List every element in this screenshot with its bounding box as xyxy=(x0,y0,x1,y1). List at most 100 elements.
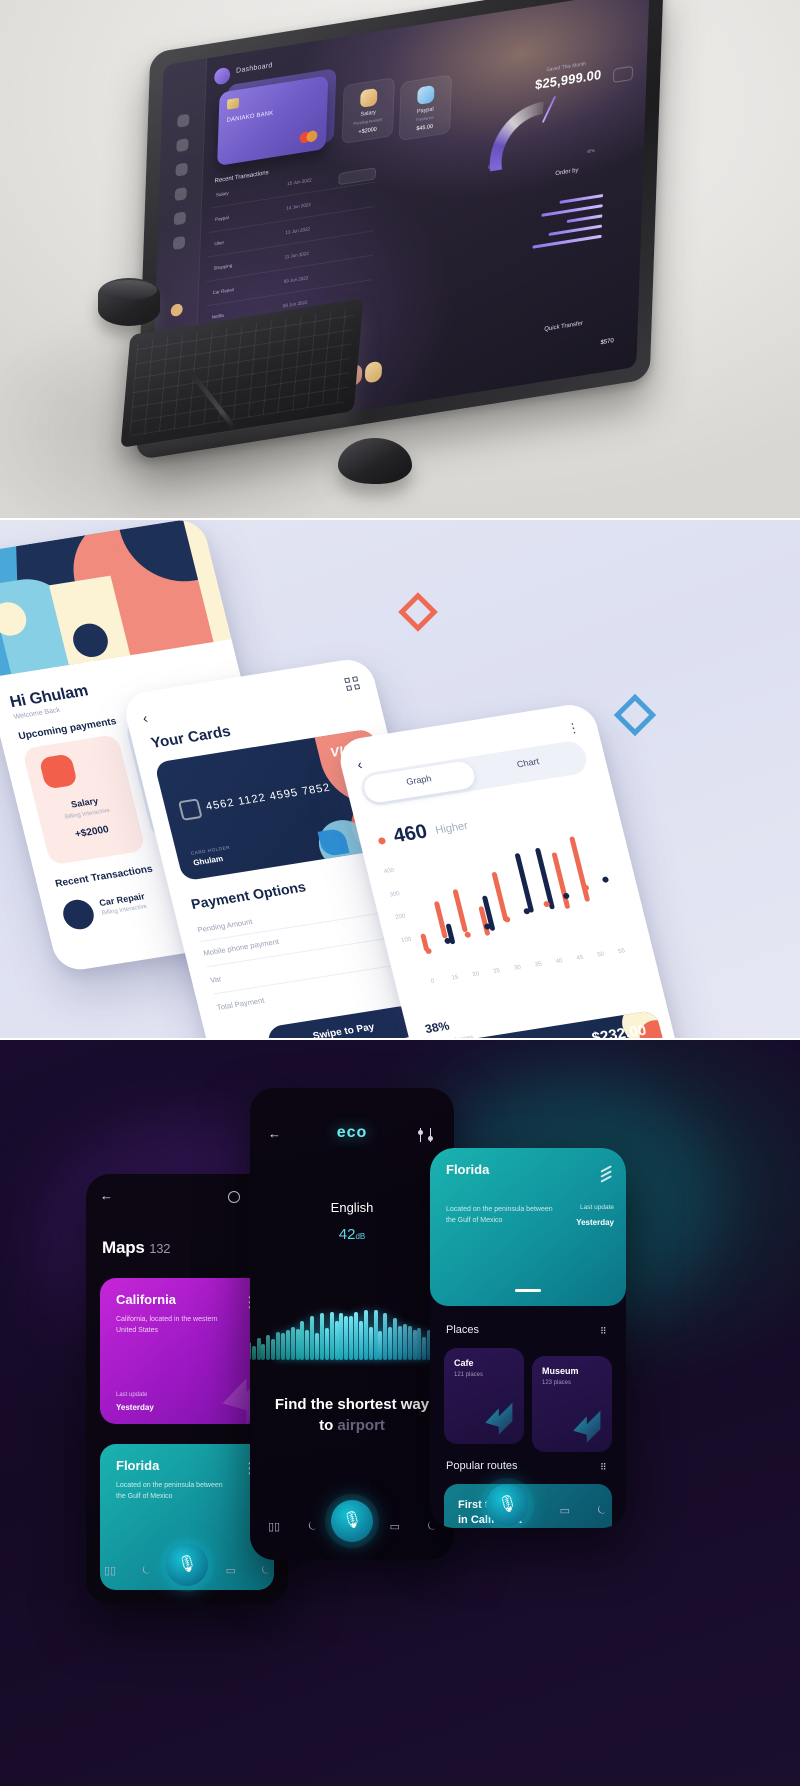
options-icon[interactable]: ⠿ xyxy=(600,1326,610,1336)
mic-button[interactable]: 🎙 xyxy=(166,1544,208,1586)
legend-dot xyxy=(377,836,387,845)
more-menu-icon[interactable]: ⋮ xyxy=(565,719,583,737)
table-row[interactable]: Netflix xyxy=(212,313,225,320)
table-row[interactable]: Paypal xyxy=(215,215,229,222)
nav-profile-icon[interactable]: ⏾ xyxy=(427,1520,436,1533)
x-axis-tick: 55 xyxy=(617,948,626,956)
waveform-bar xyxy=(290,1327,295,1360)
swipe-to-pay-button[interactable]: Swipe to Pay xyxy=(265,1004,422,1038)
table-row[interactable]: Shopping xyxy=(213,263,232,271)
stat-card-paypal[interactable]: Paypal Freelance $45.00 xyxy=(398,74,453,142)
waveform-bar xyxy=(295,1329,300,1360)
table-row[interactable]: Car Repair xyxy=(213,287,235,295)
sliders-icon[interactable] xyxy=(418,1128,436,1142)
table-row[interactable]: Salary xyxy=(216,190,229,197)
card-description: California, located in the western Unite… xyxy=(116,1316,218,1334)
chart-dot xyxy=(523,908,531,915)
place-tile-museum[interactable]: Museum 123 places xyxy=(532,1356,612,1452)
waveform-bar xyxy=(329,1311,334,1360)
waveform-bar xyxy=(402,1323,407,1360)
decor-diamond-blue xyxy=(613,693,657,737)
mastercard-icon xyxy=(299,129,318,144)
x-axis-tick: 45 xyxy=(576,954,585,962)
sidebar-item-cards[interactable] xyxy=(176,138,189,153)
back-button[interactable]: ‹ xyxy=(141,710,150,726)
section-places: Places xyxy=(446,1324,480,1336)
card-holder-label: CARD HOLDER xyxy=(190,844,231,856)
mic-button[interactable]: 🎙 xyxy=(486,1484,529,1526)
mouse xyxy=(338,438,412,484)
waveform-bar xyxy=(266,1334,271,1360)
cta-line2-strong: to xyxy=(319,1417,338,1434)
bottom-nav[interactable]: 🎙 ▭ ⏾ xyxy=(442,1484,614,1528)
waveform-bar xyxy=(339,1312,344,1360)
nav-profile-icon[interactable]: ⏾ xyxy=(261,1564,270,1577)
y-axis-tick: 400 xyxy=(383,867,395,876)
card-title: California xyxy=(116,1292,176,1307)
waveform-bar xyxy=(349,1315,354,1360)
waveform-bar xyxy=(388,1327,393,1360)
tab-switcher[interactable]: Graph Chart xyxy=(357,739,591,808)
more-options-button[interactable] xyxy=(612,65,634,84)
avatar[interactable] xyxy=(170,303,183,318)
total-spend-card[interactable]: $232.00 Total Spend Cash Available xyxy=(425,1009,670,1038)
drag-handle[interactable] xyxy=(515,1289,541,1292)
wallet-icon xyxy=(360,87,378,108)
sidebar-item-reports[interactable] xyxy=(173,211,187,226)
arrow-glyph-icon xyxy=(573,1410,601,1443)
x-axis-tick: 25 xyxy=(492,968,501,975)
back-button[interactable]: ‹ xyxy=(355,756,364,772)
maps-title: Maps xyxy=(102,1238,145,1257)
arrow-left-icon[interactable]: ← xyxy=(268,1126,281,1141)
payment-card-salary[interactable]: Salary Billing Interactive +$2000 xyxy=(21,733,146,866)
sidebar-item-analytics[interactable] xyxy=(175,162,188,177)
saved-amount: $25,999.00 xyxy=(534,66,602,93)
savings-gauge: 0 45% xyxy=(486,89,599,173)
hero-title: Florida xyxy=(446,1162,490,1177)
nav-chat-icon[interactable]: ▭ xyxy=(226,1564,236,1577)
tile-name: Museum xyxy=(542,1366,579,1376)
map-card-california[interactable]: California California, located in the we… xyxy=(100,1278,274,1424)
place-tile-cafe[interactable]: Cafe 121 places xyxy=(444,1348,524,1444)
language-label: English xyxy=(330,1200,374,1215)
search-icon[interactable] xyxy=(228,1191,240,1203)
stat-card-salary[interactable]: Salary Pending Amount +$2000 xyxy=(341,77,396,145)
section-popular-routes: Popular routes xyxy=(446,1460,518,1472)
panel-light-mobile: Hi Ghulam Welcome Back Upcoming payments… xyxy=(0,520,800,1038)
audio-waveform xyxy=(250,1284,454,1360)
bottom-nav[interactable]: ▯▯ ⏾ 🎙 ▭ ⏾ xyxy=(262,1500,442,1546)
hero-card-florida[interactable]: Florida Located on the peninsula between… xyxy=(430,1148,626,1306)
spend-amount: $232.00 xyxy=(590,1021,649,1038)
sidebar-item-wallet[interactable] xyxy=(174,186,187,202)
page-title: Your Cards xyxy=(149,722,233,752)
sidebar-item-settings[interactable] xyxy=(172,235,186,250)
sidebar-item-home[interactable] xyxy=(177,113,190,128)
decibel-unit: dB xyxy=(355,1232,366,1241)
avatar[interactable] xyxy=(364,360,383,384)
chart-dot xyxy=(601,876,610,884)
gear-icon xyxy=(59,897,97,932)
cta-text: Find the shortest way to airport xyxy=(268,1394,436,1436)
nav-grid-icon[interactable]: ▯▯ xyxy=(268,1520,280,1533)
waveform-bar xyxy=(383,1313,388,1360)
nav-profile-icon[interactable]: ⏾ xyxy=(597,1504,606,1517)
nav-person-icon[interactable]: ⏾ xyxy=(308,1520,317,1533)
tile-sub: 123 places xyxy=(542,1380,572,1386)
nav-chat-icon[interactable]: ▭ xyxy=(560,1504,570,1517)
chart-dot xyxy=(582,884,590,892)
options-icon[interactable]: ⠿ xyxy=(600,1462,610,1472)
y-axis-tick: 300 xyxy=(389,890,401,899)
card-chip-icon xyxy=(226,97,240,110)
nav-grid-icon[interactable]: ▯▯ xyxy=(104,1564,116,1577)
bottom-nav[interactable]: ▯▯ ⏾ 🎙 ▭ ⏾ xyxy=(98,1544,276,1590)
mic-button[interactable]: 🎙 xyxy=(331,1500,373,1542)
chart-dot xyxy=(503,916,511,923)
waveform-bar xyxy=(358,1320,363,1360)
table-row[interactable]: Uber xyxy=(214,240,224,247)
nav-person-icon[interactable]: ⏾ xyxy=(142,1564,151,1577)
waveform-bar xyxy=(368,1326,373,1360)
grid-icon[interactable] xyxy=(344,676,361,691)
nav-chat-icon[interactable]: ▭ xyxy=(390,1520,400,1533)
arrow-left-icon[interactable]: ← xyxy=(100,1188,113,1203)
tab-chart[interactable]: Chart xyxy=(472,749,583,776)
